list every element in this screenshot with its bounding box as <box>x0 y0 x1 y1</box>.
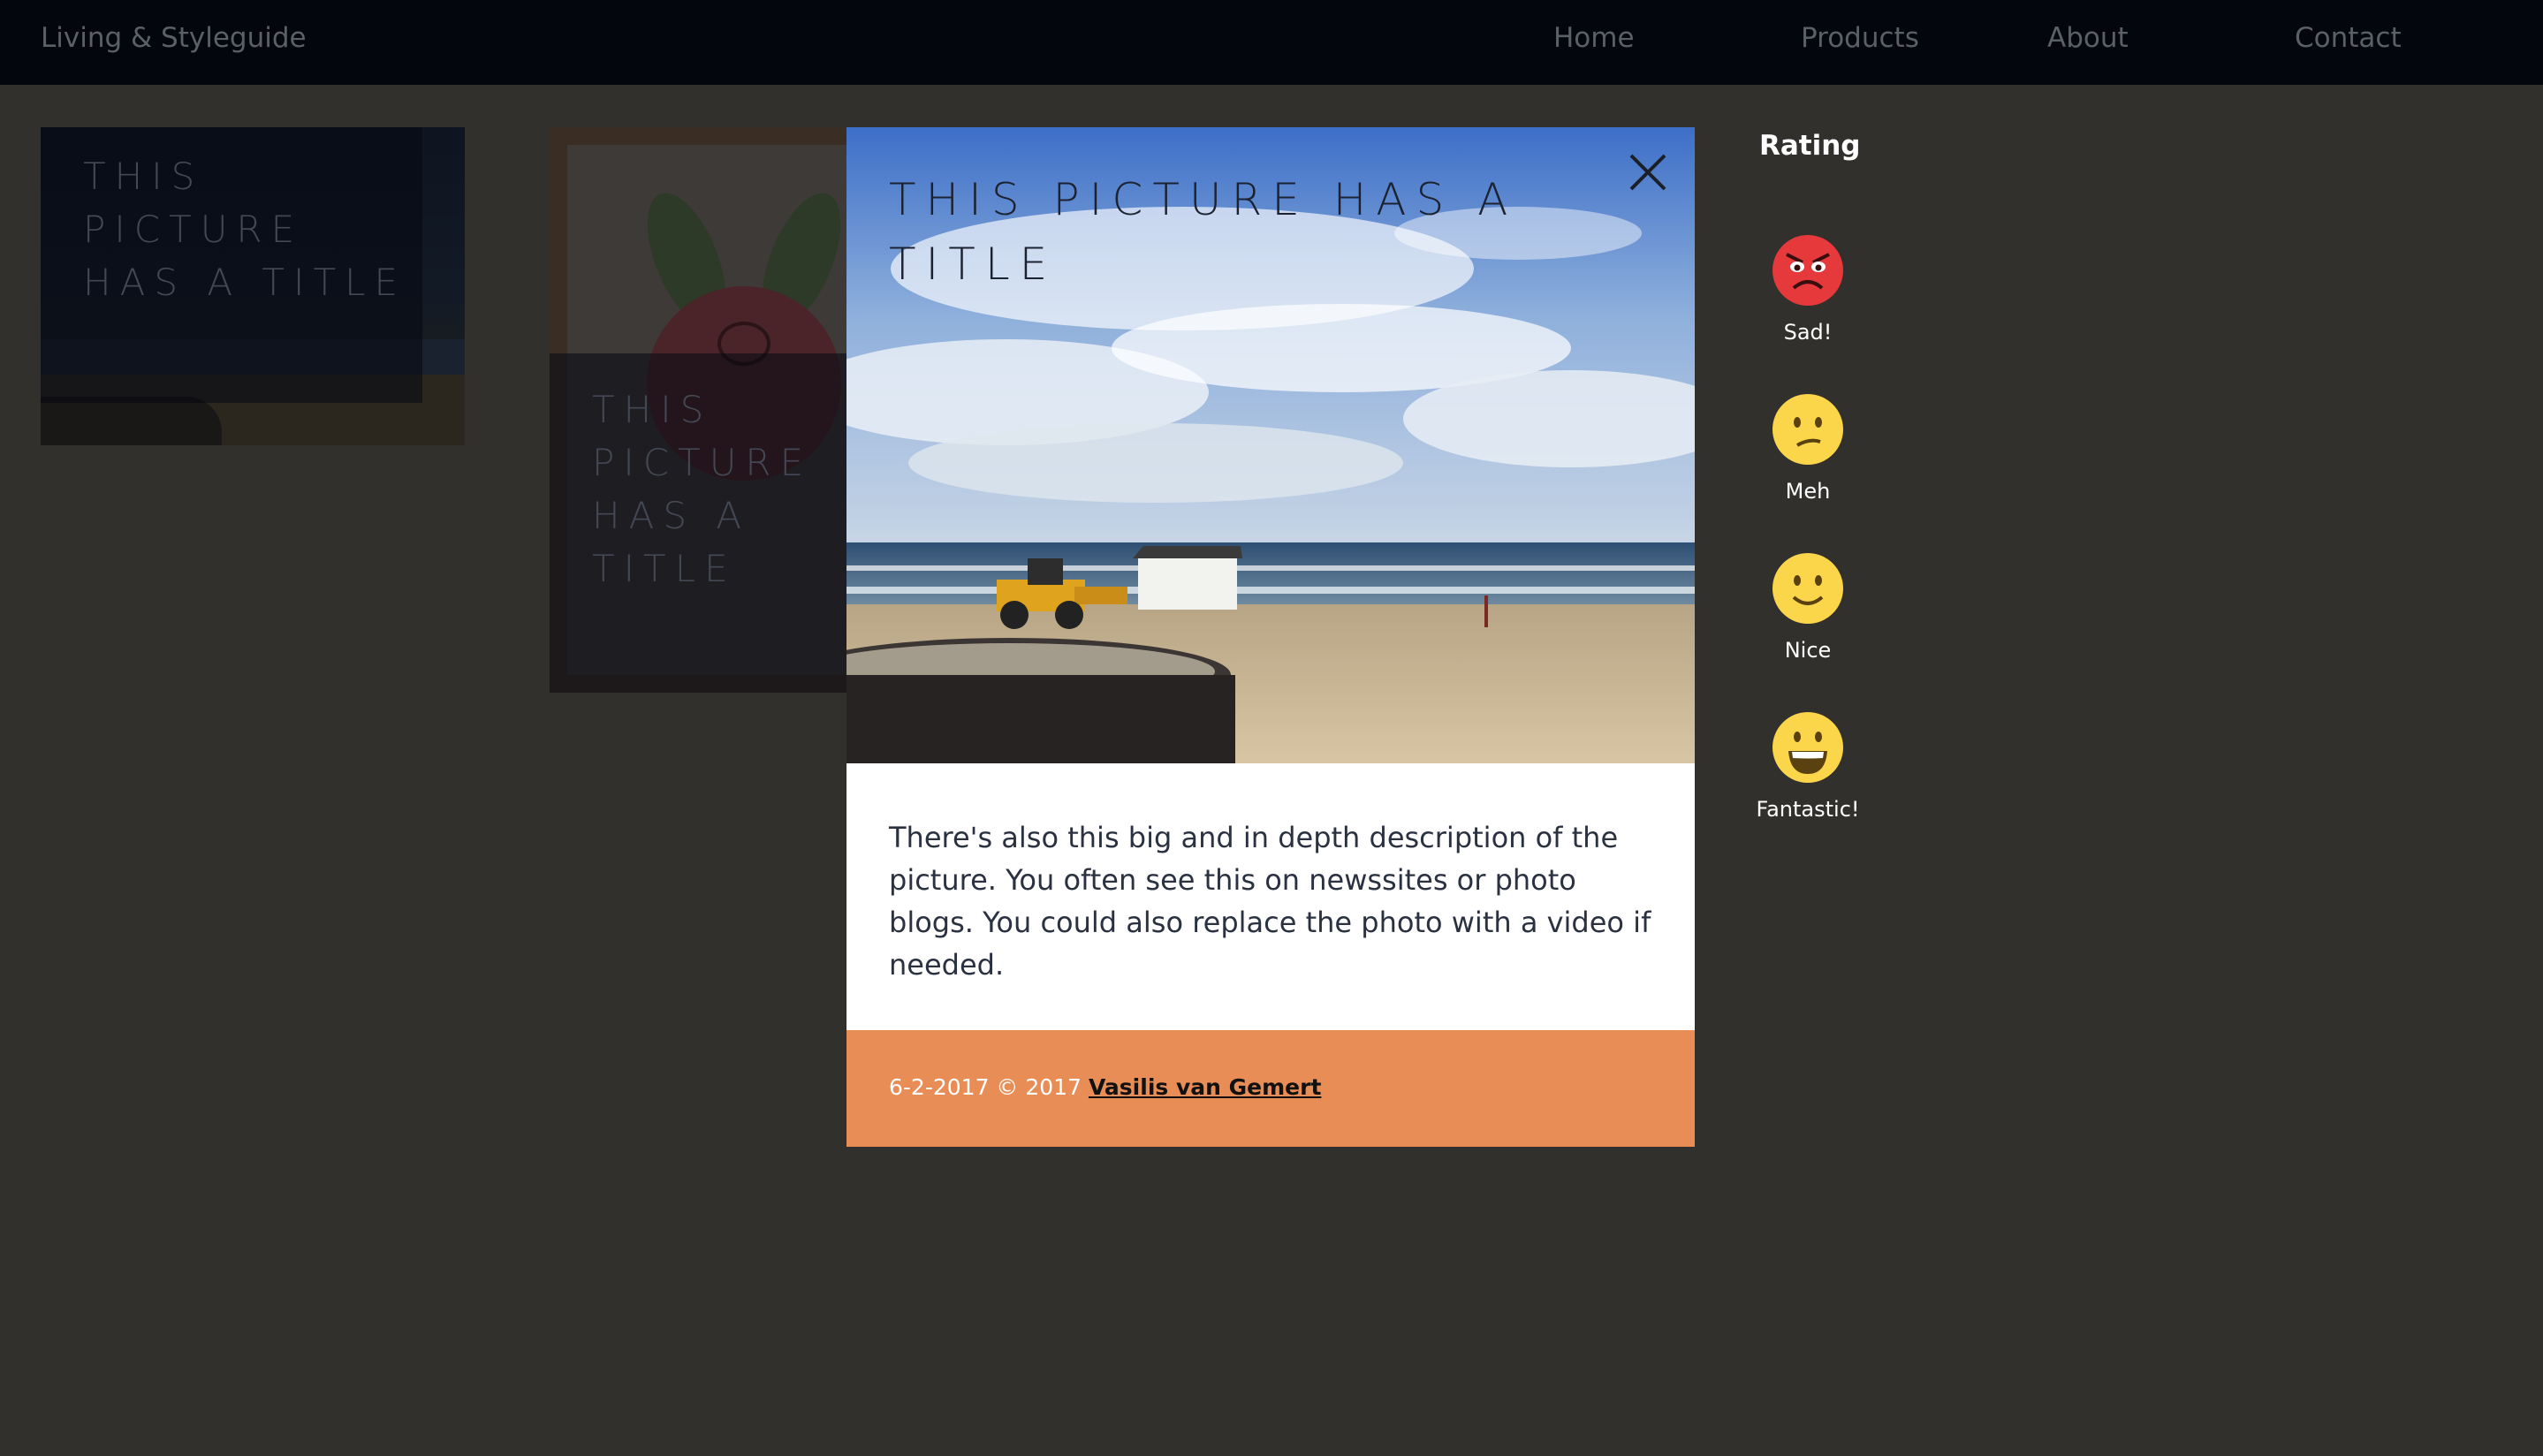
grinning-face-icon <box>1773 712 1843 783</box>
smiling-face-icon <box>1773 553 1843 624</box>
rating-option-meh[interactable]: Meh <box>1750 394 1866 527</box>
confused-face-icon <box>1773 394 1843 465</box>
author-link[interactable]: Vasilis van Gemert <box>1089 1074 1321 1100</box>
photo-modal: THIS PICTURE HAS A TITLE There's also th… <box>846 127 1695 1147</box>
nav-item-about[interactable]: About <box>2047 22 2129 54</box>
rating-label-fantastic: Fantastic! <box>1756 797 1860 822</box>
nav-item-contact[interactable]: Contact <box>2295 22 2402 54</box>
modal-footer: 6-2-2017 © 2017 Vasilis van Gemert <box>846 1030 1695 1147</box>
footer-date-copyright: 6-2-2017 © 2017 <box>889 1074 1082 1100</box>
gallery-thumbnail-drawing[interactable]: THIS PICTURE HAS A TITLE <box>550 127 850 693</box>
modal-photo: THIS PICTURE HAS A TITLE <box>846 127 1695 763</box>
rating-label-nice: Nice <box>1784 638 1832 663</box>
thumbnail-title: THIS PICTURE HAS A TITLE <box>592 388 813 590</box>
rating-option-nice[interactable]: Nice <box>1750 553 1866 686</box>
nav-item-home[interactable]: Home <box>1553 22 1635 54</box>
footer-credit: 6-2-2017 © 2017 Vasilis van Gemert <box>889 1074 1321 1100</box>
thumbnail-barrel <box>41 397 222 445</box>
brand-link[interactable]: Living & Styleguide <box>41 22 307 54</box>
close-icon <box>1629 154 1666 191</box>
top-navigation: Living & Styleguide Home Products About … <box>0 0 2543 85</box>
thumbnail-caption: THIS PICTURE HAS A TITLE <box>41 127 422 403</box>
close-button[interactable] <box>1626 150 1670 194</box>
rating-heading: Rating <box>1759 130 1861 162</box>
modal-description: There's also this big and in depth descr… <box>889 821 1651 982</box>
angry-face-icon <box>1773 235 1843 306</box>
thumbnail-title: THIS PICTURE HAS A TITLE <box>83 155 407 304</box>
nav-item-products[interactable]: Products <box>1801 22 1919 54</box>
gallery-thumbnail-beach[interactable]: THIS PICTURE HAS A TITLE <box>41 127 465 445</box>
rating-label-sad: Sad! <box>1783 320 1833 345</box>
modal-title: THIS PICTURE HAS A TITLE <box>889 174 1518 290</box>
rating-label-meh: Meh <box>1785 479 1831 504</box>
rating-option-sad[interactable]: Sad! <box>1750 235 1866 368</box>
rating-option-fantastic[interactable]: Fantastic! <box>1750 712 1866 845</box>
